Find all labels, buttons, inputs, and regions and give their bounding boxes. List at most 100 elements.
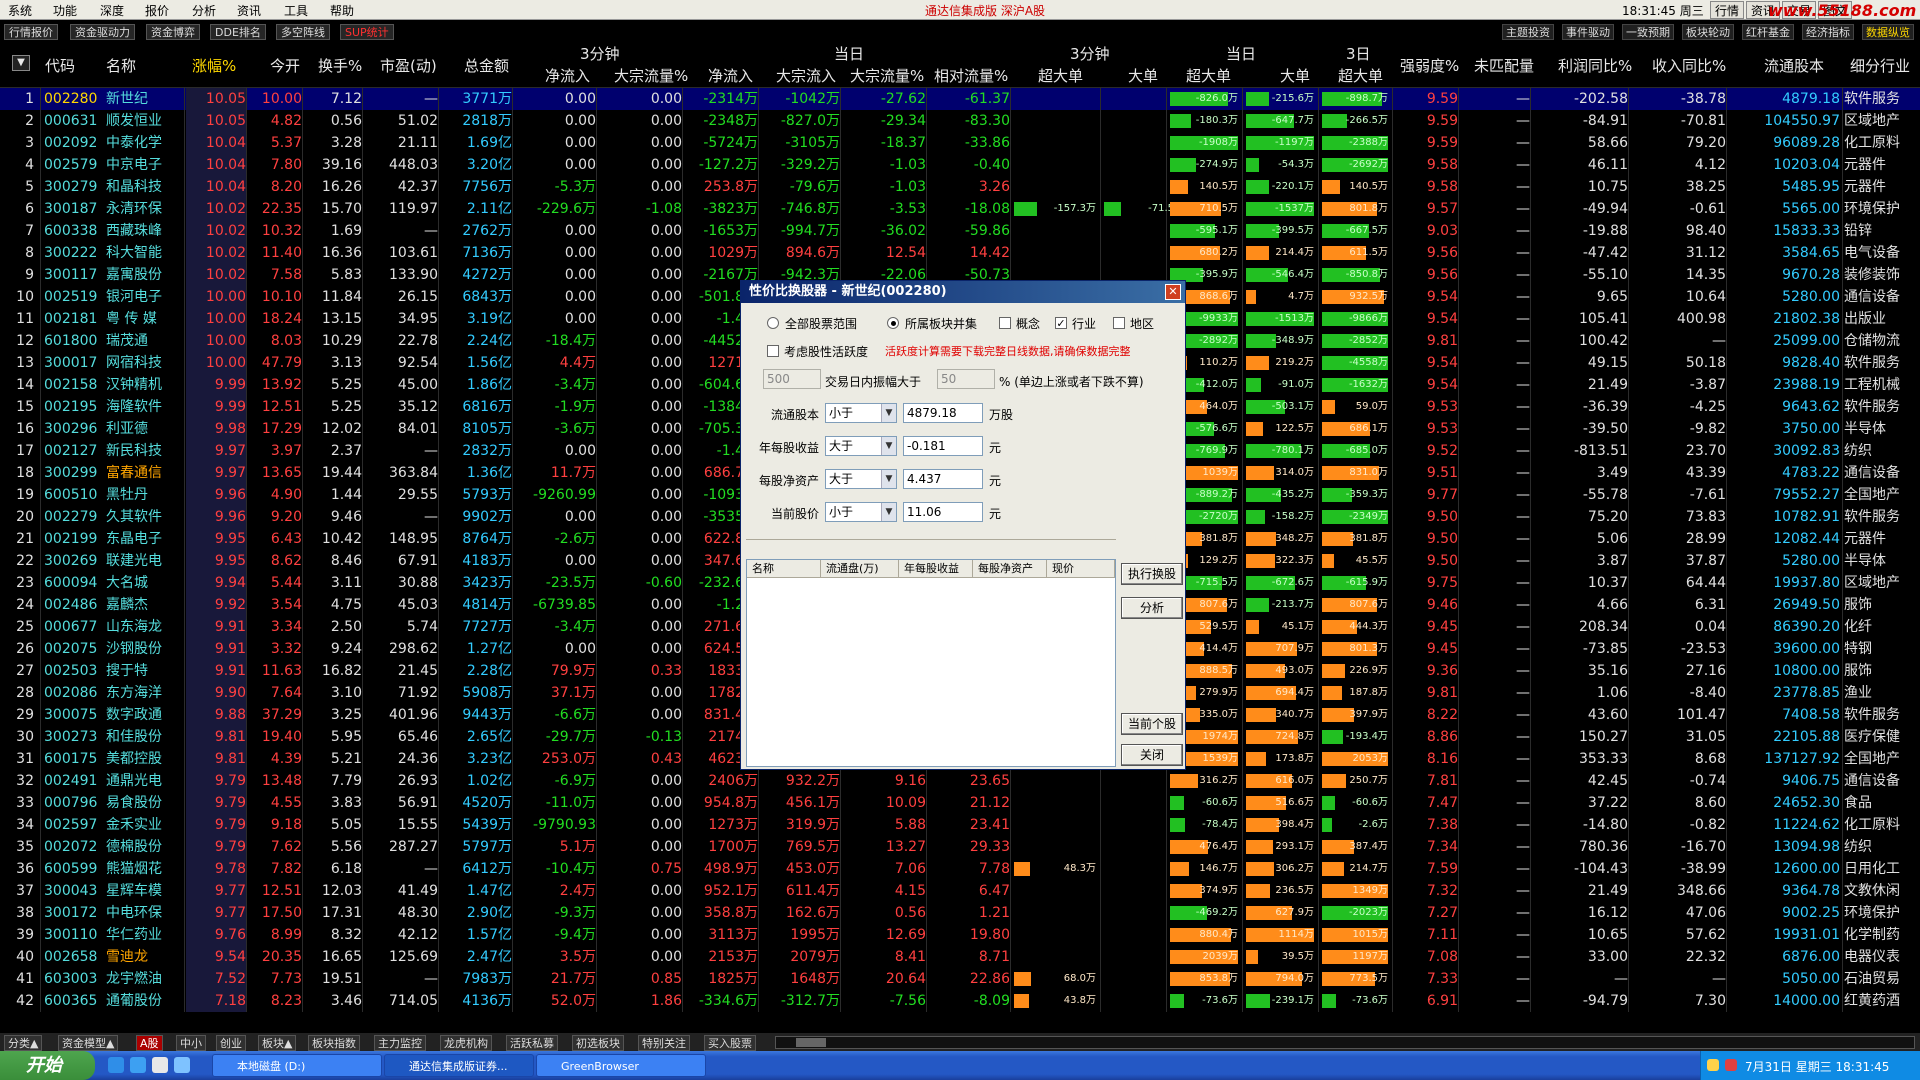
table-row[interactable]: 41 603003 龙宇燃油 7.52 7.73 19.51—7983万 21.7万 0.85… [0,968,1920,990]
table-row[interactable]: 6 300187 永清环保 10.02 22.35 15.70 119.97 2.11亿 -22… [0,198,1920,220]
task-tdx[interactable]: 通达信集成版证券... [384,1054,534,1077]
tab-data-overview[interactable]: 数据纵览 [1862,24,1914,40]
filter-price-operator[interactable]: 小于 ▼ [825,502,897,522]
menu-depth[interactable]: 深度 [100,2,124,19]
table-row[interactable]: 4 002579 中京电子 10.04 7.80 39.16 448.03 3.20亿 0.00… [0,154,1920,176]
col-name[interactable]: 名称 [106,55,136,76]
filter-nav-value[interactable]: 4.437 [903,469,983,489]
col-big-today[interactable]: 大单 [1280,65,1310,86]
btab-sme[interactable]: 中小 [176,1035,206,1051]
menu-analysis[interactable]: 分析 [192,2,216,19]
col-sector[interactable]: 细分行业 [1850,55,1910,76]
table-row[interactable]: 40 002658 雪迪龙 9.54 20.35 16.65 125.69 2.47亿 3.5万… [0,946,1920,968]
table-row[interactable]: 42 600365 通葡股份 7.18 8.23 3.46 714.05 4136万 52.0万… [0,990,1920,1012]
task-local-disk[interactable]: 本地磁盘 (D:) [212,1054,382,1077]
checkbox-activity[interactable] [767,345,779,357]
btab-fund-model[interactable]: 资金模型▲ [58,1035,119,1051]
col-float-shares[interactable]: 流通股本 [1764,55,1824,76]
tab-fund-drive[interactable]: 资金驱动力 [70,24,135,40]
btab-category[interactable]: 分类▲ [4,1035,43,1051]
menu-quote[interactable]: 报价 [145,2,169,19]
btab-a-share[interactable]: A股 [136,1035,163,1051]
table-row[interactable]: 8 300222 科大智能 10.02 11.40 16.36 103.61 7136万 0.0… [0,242,1920,264]
btab-dragon-tiger[interactable]: 龙虎机构 [440,1035,492,1051]
col-pe[interactable]: 市盈(动) [380,55,437,76]
checkbox-concept[interactable] [999,317,1011,329]
dialog-close-icon[interactable]: ✕ [1165,284,1181,300]
start-button[interactable]: 开始 [0,1051,95,1080]
result-col-name[interactable]: 名称 [747,560,821,578]
filter-eps-operator[interactable]: 大于 ▼ [825,436,897,456]
result-col-nav[interactable]: 每股净资产 [973,560,1047,578]
col-change-pct[interactable]: 涨幅% [192,55,236,76]
table-row[interactable]: 33 000796 易食股份 9.79 4.55 3.83 56.91 4520万 -11.0万… [0,792,1920,814]
checkbox-region[interactable] [1113,317,1125,329]
col-super-big-3day[interactable]: 超大单 [1338,65,1383,86]
col-amount[interactable]: 总金额 [464,55,509,76]
amplitude-field[interactable]: 50 [937,369,995,389]
col-income-yoy[interactable]: 收入同比% [1652,55,1726,76]
tab-fund[interactable]: 红杆基金 [1742,24,1794,40]
mode-quote-button[interactable]: 行情 [1710,1,1745,19]
ie-icon[interactable] [130,1057,146,1073]
filter-float-value[interactable]: 4879.18 [903,403,983,423]
btab-private-fund[interactable]: 活跃私募 [506,1035,558,1051]
menu-dropdown-icon[interactable]: ▼ [12,55,30,71]
col-block-in[interactable]: 大宗流入 [776,65,836,86]
analyze-button[interactable]: 分析 [1121,597,1183,619]
col-unmatched[interactable]: 未匹配量 [1474,55,1534,76]
result-col-eps[interactable]: 年每股收益 [899,560,973,578]
table-row[interactable]: 39 300110 华仁药业 9.76 8.99 8.32 42.12 1.57亿 -9.4万 0… [0,924,1920,946]
menu-help[interactable]: 帮助 [330,2,354,19]
activity-days-field[interactable]: 500 [763,369,821,389]
menu-news[interactable]: 资讯 [237,2,261,19]
radio-all-stocks[interactable] [767,317,779,329]
result-col-price[interactable]: 现价 [1047,560,1115,578]
tab-fund-game[interactable]: 资金博弈 [146,24,200,40]
table-row[interactable]: 32 002491 通鼎光电 9.79 13.48 7.79 26.93 1.02亿 -6.9万… [0,770,1920,792]
tray-ime-icon[interactable] [1707,1059,1719,1071]
table-row[interactable]: 5 300279 和晶科技 10.04 8.20 16.26 42.37 7756万 -5.3万… [0,176,1920,198]
media-icon[interactable] [152,1057,168,1073]
col-super-big-today[interactable]: 超大单 [1186,65,1231,86]
col-block-pct-3min[interactable]: 大宗流量% [614,65,688,86]
tab-dde-rank[interactable]: DDE排名 [210,24,266,40]
result-col-float[interactable]: 流通盘(万) [821,560,899,578]
tab-quote[interactable]: 行情报价 [4,24,58,40]
tab-event-driven[interactable]: 事件驱动 [1562,24,1614,40]
btab-sector-index[interactable]: 板块指数 [308,1035,360,1051]
btab-preselect[interactable]: 初选板块 [572,1035,624,1051]
radio-sector-union[interactable] [887,317,899,329]
menu-system[interactable]: 系统 [8,2,32,19]
tab-sector-rotation[interactable]: 板块轮动 [1682,24,1734,40]
table-row[interactable]: 35 002072 德棉股份 9.79 7.62 5.56 287.27 5797万 5.1万 0… [0,836,1920,858]
menu-tools[interactable]: 工具 [284,2,308,19]
table-row[interactable]: 37 300043 星辉车模 9.77 12.51 12.03 41.49 1.47亿 2.4万… [0,880,1920,902]
close-button[interactable]: 关闭 [1121,744,1183,766]
btab-main-monitor[interactable]: 主力监控 [374,1035,426,1051]
tab-sup-stats[interactable]: SUP统计 [340,24,394,40]
browser-icon[interactable] [174,1057,190,1073]
table-row[interactable]: 3 002092 中泰化学 10.04 5.37 3.28 21.11 1.69亿 0.00 0.… [0,132,1920,154]
tray-security-icon[interactable] [1725,1059,1737,1071]
col-profit-yoy[interactable]: 利润同比% [1558,55,1632,76]
filter-price-value[interactable]: 11.06 [903,502,983,522]
current-stock-button[interactable]: 当前个股 [1121,713,1183,735]
filter-nav-operator[interactable]: 大于 ▼ [825,469,897,489]
col-big-3min[interactable]: 大单 [1128,65,1158,86]
table-row[interactable]: 38 300172 中电环保 9.77 17.50 17.31 48.30 2.90亿 -9.3… [0,902,1920,924]
checkbox-industry[interactable]: ✓ [1055,317,1067,329]
btab-gem[interactable]: 创业 [216,1035,246,1051]
col-block-pct[interactable]: 大宗流量% [850,65,924,86]
menu-function[interactable]: 功能 [53,2,77,19]
col-net-in[interactable]: 净流入 [708,65,753,86]
tab-theme-invest[interactable]: 主题投资 [1502,24,1554,40]
col-turnover[interactable]: 换手% [318,55,362,76]
col-net-in-3min[interactable]: 净流入 [545,65,590,86]
result-list[interactable]: 名称 流通盘(万) 年每股收益 每股净资产 现价 [746,559,1116,767]
col-open[interactable]: 今开 [270,55,300,76]
col-code[interactable]: 代码 [45,55,75,76]
btab-watch[interactable]: 特别关注 [638,1035,690,1051]
table-row[interactable]: 2 000631 顺发恒业 10.05 4.82 0.56 51.02 2818万 0.00 0.… [0,110,1920,132]
btab-buy[interactable]: 买入股票 [704,1035,756,1051]
